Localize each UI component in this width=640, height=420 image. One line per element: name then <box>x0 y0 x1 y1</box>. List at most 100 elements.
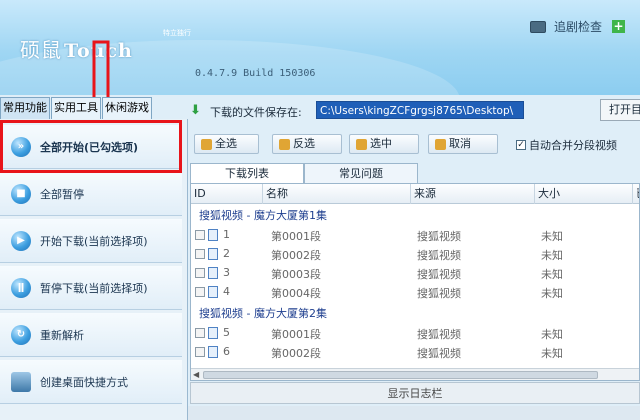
select-all-icon <box>201 138 212 150</box>
select-all-button[interactable]: 全选 <box>194 134 259 154</box>
tv-icon <box>530 20 546 33</box>
pause-all-button[interactable]: ■ 全部暂停 <box>0 172 182 216</box>
row-name: 第0001段 <box>271 230 321 243</box>
scroll-left-icon[interactable]: ◀ <box>193 370 199 379</box>
row-source: 搜狐视频 <box>417 230 461 243</box>
list-toolbar: 全选 反选 选中 取消 ✓ 自动合并分段视频 <box>188 131 640 157</box>
row-id: 1 <box>223 228 230 241</box>
save-path-bar: ⬇ 下载的文件保存在: C:\Users\kingZCFgrgsj8765\De… <box>188 97 640 123</box>
cancel-button[interactable]: 取消 <box>428 134 498 154</box>
horizontal-scrollbar[interactable]: ◀ <box>191 368 639 380</box>
tab-faq[interactable]: 常见问题 <box>304 163 418 183</box>
list-tabs: 下载列表 常见问题 <box>190 163 418 183</box>
row-checkbox[interactable] <box>195 287 205 297</box>
start-download-button[interactable]: ▶ 开始下载(当前选择项) <box>0 219 182 263</box>
row-source: 搜狐视频 <box>417 249 461 262</box>
tab-games[interactable]: 休闲游戏 <box>102 97 152 119</box>
track-update-label: 追剧检查 <box>554 20 603 34</box>
category-tabs: 常用功能 实用工具 休闲游戏 <box>0 97 153 119</box>
select-checked-icon <box>356 138 367 150</box>
table-row[interactable]: 2 第0002段 搜狐视频 未知 <box>191 245 639 264</box>
refresh-icon: ↻ <box>11 324 31 345</box>
desktop-shortcut-icon <box>11 371 31 392</box>
row-checkbox[interactable] <box>195 249 205 259</box>
row-source: 搜狐视频 <box>417 287 461 300</box>
row-size: 未知 <box>541 328 563 341</box>
file-icon <box>208 327 218 339</box>
row-id: 2 <box>223 247 230 260</box>
row-checkbox[interactable] <box>195 268 205 278</box>
download-arrow-icon: ⬇ <box>190 103 201 118</box>
pause-all-label: 全部暂停 <box>40 187 84 201</box>
select-all-label: 全选 <box>215 137 237 150</box>
logo-subtitle: 特立独行 <box>163 29 191 37</box>
pause-download-button[interactable]: ǁ 暂停下载(当前选择项) <box>0 266 182 310</box>
row-size: 未知 <box>541 287 563 300</box>
show-log-bar[interactable]: 显示日志栏 <box>190 382 640 404</box>
group-header[interactable]: 搜狐视频 - 魔方大厦第2集 <box>199 305 327 321</box>
scrollbar-thumb[interactable] <box>203 371 598 379</box>
row-checkbox[interactable] <box>195 347 205 357</box>
row-id: 4 <box>223 285 230 298</box>
row-id: 5 <box>223 326 230 339</box>
row-id: 3 <box>223 266 230 279</box>
create-shortcut-button[interactable]: 创建桌面快捷方式 <box>0 360 182 404</box>
row-size: 未知 <box>541 268 563 281</box>
select-checked-label: 选中 <box>370 137 392 150</box>
table-row[interactable]: 4 第0004段 搜狐视频 未知 <box>191 283 639 302</box>
table-header: ID 名称 来源 大小 已 <box>191 184 639 204</box>
row-name: 第0004段 <box>271 287 321 300</box>
bottom-strip <box>188 406 640 420</box>
column-source[interactable]: 来源 <box>411 184 535 204</box>
tab-common-functions[interactable]: 常用功能 <box>0 97 50 119</box>
row-size: 未知 <box>541 230 563 243</box>
invert-icon <box>279 138 290 150</box>
column-size[interactable]: 大小 <box>535 184 633 204</box>
open-folder-button[interactable]: 打开目 <box>600 99 640 121</box>
invert-label: 反选 <box>293 137 315 150</box>
column-id[interactable]: ID <box>191 184 263 204</box>
stop-icon: ■ <box>11 183 31 204</box>
file-icon <box>208 267 218 279</box>
row-name: 第0003段 <box>271 268 321 281</box>
save-path-label: 下载的文件保存在: <box>210 106 302 119</box>
save-path-input[interactable]: C:\Users\kingZCFgrgsj8765\Desktop\ <box>316 101 524 119</box>
pause-icon: ǁ <box>11 277 31 298</box>
row-checkbox[interactable] <box>195 230 205 240</box>
invert-selection-button[interactable]: 反选 <box>272 134 342 154</box>
play-icon: ▶ <box>11 230 31 251</box>
table-row[interactable]: 1 第0001段 搜狐视频 未知 <box>191 226 639 245</box>
file-icon <box>208 286 218 298</box>
row-source: 搜狐视频 <box>417 268 461 281</box>
table-row[interactable]: 3 第0003段 搜狐视频 未知 <box>191 264 639 283</box>
tab-download-list[interactable]: 下载列表 <box>190 163 304 183</box>
table-row[interactable]: 6 第0002段 搜狐视频 未知 <box>191 343 639 362</box>
reparse-label: 重新解析 <box>40 328 84 342</box>
tab-utilities[interactable]: 实用工具 <box>51 97 101 119</box>
table-row[interactable]: 5 第0001段 搜狐视频 未知 <box>191 324 639 343</box>
download-table: ID 名称 来源 大小 已 搜狐视频 - 魔方大厦第1集 1 第0001段 搜狐… <box>190 183 640 381</box>
track-update-button[interactable]: 追剧检查 + <box>530 18 626 35</box>
group-header[interactable]: 搜狐视频 - 魔方大厦第1集 <box>199 207 327 223</box>
reparse-button[interactable]: ↻ 重新解析 <box>0 313 182 357</box>
version-label: 0.4.7.9 Build 150306 <box>195 68 316 79</box>
column-downloaded[interactable]: 已 <box>633 184 639 204</box>
row-source: 搜狐视频 <box>417 328 461 341</box>
file-icon <box>208 346 218 358</box>
auto-merge-toggle[interactable]: ✓ 自动合并分段视频 <box>516 137 617 153</box>
row-size: 未知 <box>541 347 563 360</box>
row-checkbox[interactable] <box>195 328 205 338</box>
column-name[interactable]: 名称 <box>263 184 411 204</box>
row-source: 搜狐视频 <box>417 347 461 360</box>
select-checked-button[interactable]: 选中 <box>349 134 419 154</box>
highlight-box <box>0 120 182 173</box>
row-name: 第0002段 <box>271 347 321 360</box>
auto-merge-checkbox[interactable]: ✓ <box>516 140 526 150</box>
start-download-label: 开始下载(当前选择项) <box>40 234 148 248</box>
row-id: 6 <box>223 345 230 358</box>
create-shortcut-label: 创建桌面快捷方式 <box>40 375 128 389</box>
plus-icon[interactable]: + <box>612 20 626 33</box>
cancel-icon <box>435 138 446 150</box>
logo-cn: 硕鼠 <box>20 38 62 62</box>
file-icon <box>208 248 218 260</box>
